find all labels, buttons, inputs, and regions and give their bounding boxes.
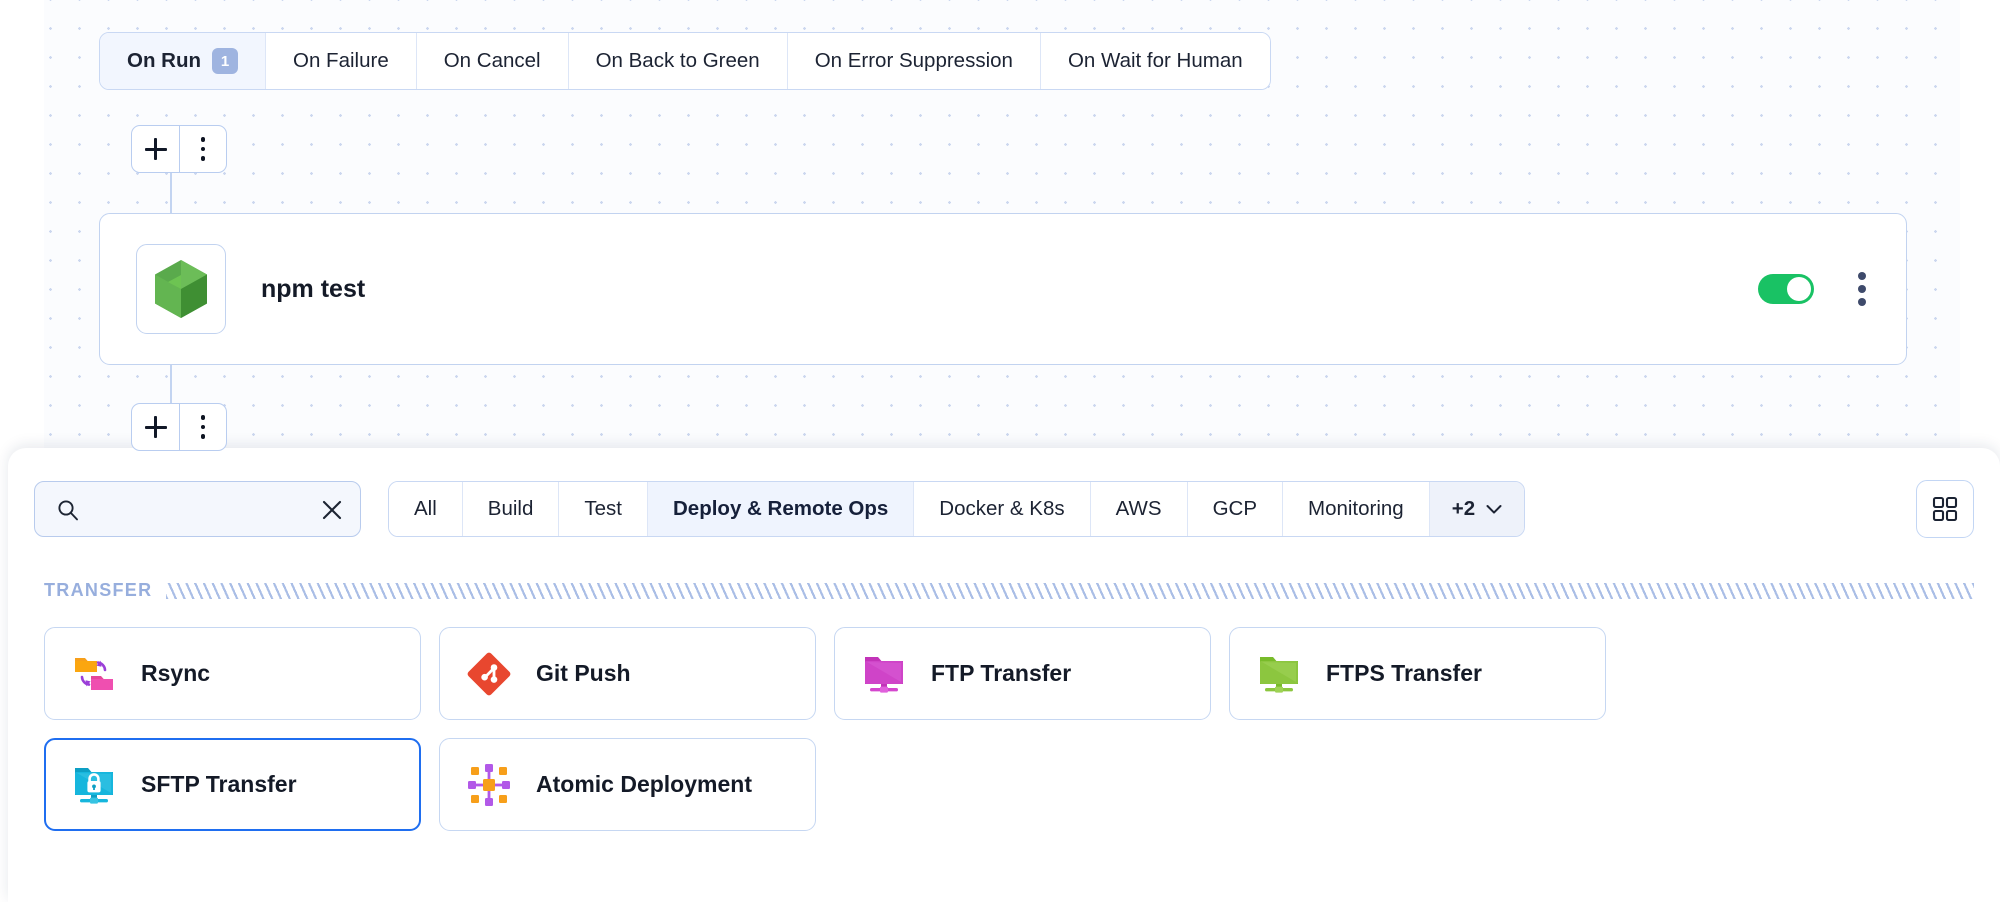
search-box <box>34 481 361 537</box>
kebab-menu-icon <box>200 137 206 161</box>
tab-label: On Back to Green <box>595 49 760 72</box>
filter-tab-gcp[interactable]: GCP <box>1187 482 1283 536</box>
add-step-button[interactable] <box>132 404 179 450</box>
add-step-button[interactable] <box>132 126 179 172</box>
git-icon <box>466 651 512 697</box>
filter-tab-label: GCP <box>1212 497 1257 520</box>
action-card-ftps-transfer[interactable]: FTPS Transfer <box>1229 627 1606 720</box>
filter-tab-label: Monitoring <box>1308 497 1404 520</box>
action-node-icon-frame <box>136 244 226 334</box>
rsync-folders-sync-icon <box>71 651 117 697</box>
atomic-deployment-icon <box>466 762 512 808</box>
panel-toolbar: All Build Test Deploy & Remote Ops Docke… <box>8 448 2000 538</box>
action-node-kebab-menu-icon[interactable] <box>1858 272 1866 306</box>
action-card-label: FTPS Transfer <box>1326 660 1482 686</box>
filter-tab-label: Deploy & Remote Ops <box>673 497 889 520</box>
action-node-title: npm test <box>261 274 366 303</box>
tab-label: On Failure <box>293 49 389 72</box>
filter-tab-label: Build <box>487 497 534 520</box>
section-header-transfer: TRANSFER <box>44 580 1974 601</box>
add-step-toolbar-top <box>131 125 227 173</box>
tab-on-back-to-green[interactable]: On Back to Green <box>568 33 788 89</box>
action-picker-panel: All Build Test Deploy & Remote Ops Docke… <box>8 448 2000 902</box>
step-options-button[interactable] <box>179 404 226 450</box>
tab-on-cancel[interactable]: On Cancel <box>416 33 569 89</box>
filter-tab-docker-k8s[interactable]: Docker & K8s <box>914 482 1091 536</box>
action-card-label: Git Push <box>536 660 631 686</box>
action-card-git-push[interactable]: Git Push <box>439 627 816 720</box>
ftps-folder-icon <box>1256 651 1302 697</box>
filter-tab-build[interactable]: Build <box>462 482 560 536</box>
tab-label: On Wait for Human <box>1067 49 1243 72</box>
close-icon[interactable] <box>321 499 343 521</box>
tab-on-wait-for-human[interactable]: On Wait for Human <box>1040 33 1270 89</box>
filter-tab-more[interactable]: +2 <box>1429 482 1525 536</box>
tab-on-run[interactable]: On Run 1 <box>100 33 267 89</box>
action-card-grid: Rsync Git Push FTP Transfer FTPS Transfe… <box>44 627 1974 831</box>
search-input[interactable] <box>89 482 314 536</box>
section-title: TRANSFER <box>44 580 153 600</box>
filter-tab-label: Test <box>584 497 622 520</box>
canvas-left-gutter <box>0 0 44 460</box>
plus-icon <box>144 416 167 438</box>
filter-tab-monitoring[interactable]: Monitoring <box>1283 482 1430 536</box>
action-node-controls <box>1758 272 1866 306</box>
tab-badge-count: 1 <box>212 48 239 74</box>
action-card-label: Atomic Deployment <box>536 771 752 797</box>
grid-view-toggle-button[interactable] <box>1916 480 1974 538</box>
filter-tab-test[interactable]: Test <box>559 482 648 536</box>
tab-on-error-suppression[interactable]: On Error Suppression <box>787 33 1041 89</box>
action-card-sftp-transfer[interactable]: SFTP Transfer <box>44 738 421 831</box>
search-icon <box>58 500 78 521</box>
action-card-atomic-deployment[interactable]: Atomic Deployment <box>439 738 816 831</box>
nodejs-hexagon-icon <box>155 260 207 318</box>
filter-tab-label: Docker & K8s <box>939 497 1065 520</box>
section-divider-hatch <box>166 582 1974 599</box>
action-card-label: SFTP Transfer <box>141 771 297 797</box>
tab-label: On Run <box>127 49 202 72</box>
action-enabled-toggle[interactable] <box>1758 274 1814 304</box>
action-card-label: FTP Transfer <box>931 660 1072 686</box>
plus-icon <box>144 138 167 160</box>
grid-view-icon <box>1932 496 1958 522</box>
step-options-button[interactable] <box>179 126 226 172</box>
sftp-folder-lock-icon <box>71 762 117 808</box>
action-node-npm-test[interactable]: npm test <box>99 213 1907 365</box>
filter-tab-all[interactable]: All <box>389 482 463 536</box>
tab-label: On Error Suppression <box>814 49 1013 72</box>
canvas-right-gutter <box>1960 0 2000 460</box>
filter-tab-more-label: +2 <box>1451 497 1476 520</box>
add-step-toolbar-bottom <box>131 403 227 451</box>
tab-on-failure[interactable]: On Failure <box>266 33 417 89</box>
action-card-ftp-transfer[interactable]: FTP Transfer <box>834 627 1211 720</box>
chevron-down-icon <box>1486 504 1502 514</box>
action-card-label: Rsync <box>141 660 211 686</box>
trigger-tab-bar: On Run 1 On Failure On Cancel On Back to… <box>99 32 1271 90</box>
filter-tab-label: AWS <box>1115 497 1162 520</box>
toggle-knob <box>1787 277 1811 301</box>
category-filter-tabs: All Build Test Deploy & Remote Ops Docke… <box>388 481 1526 537</box>
kebab-menu-icon <box>200 415 206 439</box>
filter-tab-label: All <box>414 497 437 520</box>
filter-tab-deploy-remote-ops[interactable]: Deploy & Remote Ops <box>648 482 915 536</box>
app-root: On Run 1 On Failure On Cancel On Back to… <box>0 0 2000 902</box>
action-card-rsync[interactable]: Rsync <box>44 627 421 720</box>
ftp-folder-icon <box>861 651 907 697</box>
tab-label: On Cancel <box>443 49 541 72</box>
filter-tab-aws[interactable]: AWS <box>1090 482 1188 536</box>
